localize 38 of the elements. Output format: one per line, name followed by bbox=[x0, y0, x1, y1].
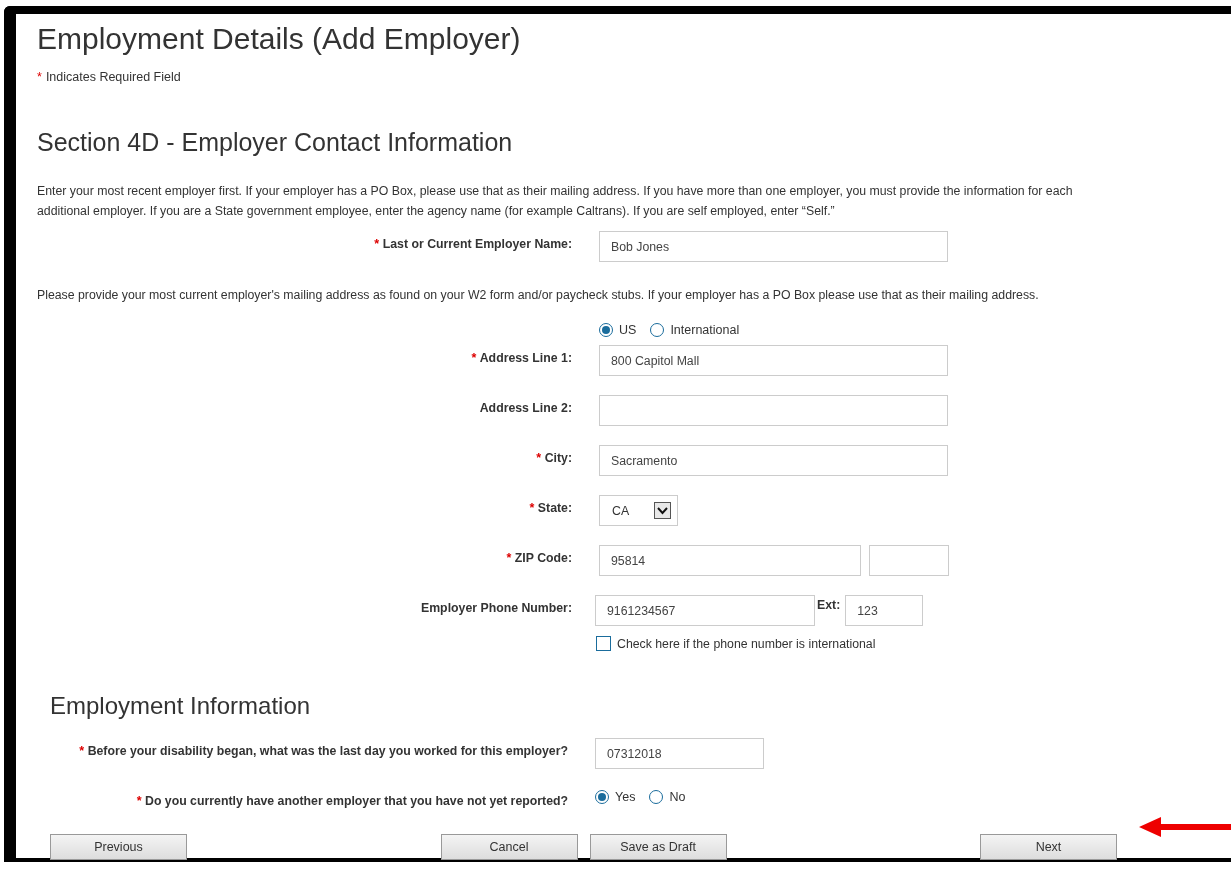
text-field[interactable] bbox=[599, 395, 948, 426]
field-label: * Before your disability began, what was the last day you worked for this employer? bbox=[78, 743, 568, 758]
international-checkbox[interactable]: Check here if the phone number is international bbox=[596, 636, 1217, 651]
field-label: Address Line 2: bbox=[478, 400, 572, 415]
nav-button[interactable]: Save as Draft bbox=[589, 834, 727, 860]
field-label: * ZIP Code: bbox=[505, 550, 572, 565]
nav-button[interactable]: Previous bbox=[50, 834, 187, 860]
text-field[interactable]: 07312018 bbox=[595, 738, 764, 769]
page-title: Employment Details (Add Employer) bbox=[37, 22, 521, 56]
section-heading: Employment Information bbox=[50, 692, 311, 720]
text-field[interactable]: Bob Jones bbox=[599, 231, 948, 262]
nav-button[interactable]: Next bbox=[980, 834, 1117, 860]
state-dropdown[interactable]: CA bbox=[599, 495, 678, 526]
instructions-text: Enter your most recent employer first. If your employer has a PO Box, please use that as their mailing address. If you have more than one employer, you must provide the information for each additional employer. If you are a State government employee, enter the agency name (for example Caltrans). If you are self employed, enter “Self.” bbox=[37, 183, 1074, 220]
section-heading: Section 4D - Employer Contact Information bbox=[37, 128, 513, 157]
required-marker: * bbox=[37, 70, 42, 84]
radio-option[interactable]: Yes bbox=[595, 790, 636, 804]
field-label: * State: bbox=[528, 500, 572, 515]
radio-option[interactable]: US bbox=[599, 323, 637, 337]
required-note: Indicates Required Field bbox=[45, 70, 181, 84]
ext-field[interactable]: 123 bbox=[845, 595, 924, 626]
field-label: * City: bbox=[535, 450, 572, 465]
zip-field[interactable]: 95814 bbox=[599, 545, 861, 576]
text-field[interactable]: 800 Capitol Mall bbox=[599, 345, 948, 376]
zip-extension-field[interactable] bbox=[869, 545, 949, 576]
phone-field[interactable]: 9161234567 bbox=[595, 595, 815, 626]
instructions-text: Please provide your most current employer's mailing address as found on your W2 form and/or paycheck stubs. If your employer has a PO Box please use that as their mailing address. bbox=[37, 287, 1040, 304]
radio-option[interactable]: No bbox=[649, 790, 686, 804]
text-field[interactable]: Sacramento bbox=[599, 445, 948, 476]
nav-button[interactable]: Cancel bbox=[440, 834, 578, 860]
ext-label: Ext: bbox=[817, 597, 841, 612]
field-label: Employer Phone Number: bbox=[420, 600, 572, 615]
arrow-icon bbox=[1139, 816, 1231, 838]
caret-icon bbox=[654, 502, 671, 519]
field-label: * Do you currently have another employer that you have not yet reported? bbox=[135, 793, 568, 808]
field-label: * Last or Current Employer Name: bbox=[373, 236, 572, 251]
radio-option[interactable]: International bbox=[650, 323, 740, 337]
field-label: * Address Line 1: bbox=[470, 350, 572, 365]
